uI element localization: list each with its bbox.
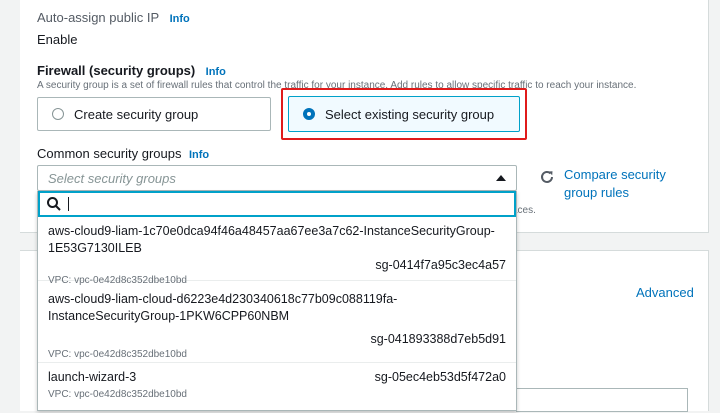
security-groups-placeholder: Select security groups — [48, 170, 176, 186]
compare-security-group-rules-link[interactable]: Compare security group rules — [564, 166, 666, 202]
auto-assign-info-link[interactable]: Info — [170, 13, 190, 25]
dropdown-search-input[interactable] — [38, 191, 516, 217]
create-security-group-option[interactable]: Create security group — [37, 97, 271, 131]
text-cursor — [68, 197, 69, 211]
option-vpc: VPC: vpc-0e42d8c352dbe10bd — [48, 389, 187, 400]
search-icon — [47, 197, 61, 211]
option-name-line1: aws-cloud9-liam-1c70e0dca94f46a48457aa67… — [48, 224, 495, 238]
option-name-line1: aws-cloud9-liam-cloud-d6223e4d230340618c… — [48, 292, 398, 306]
hidden-input[interactable] — [516, 388, 688, 412]
compare-link-line1: Compare security — [564, 167, 666, 182]
dropdown-option[interactable]: aws-cloud9-liam-1c70e0dca94f46a48457aa67… — [38, 217, 516, 286]
firewall-heading-row: Firewall (security groups) Info — [37, 62, 226, 80]
refresh-icon[interactable] — [538, 168, 556, 186]
option-sg-id: sg-05ec4eb53d5f472a0 — [374, 370, 506, 384]
firewall-info-link[interactable]: Info — [206, 66, 226, 78]
auto-assign-ip-value: Enable — [37, 32, 78, 47]
security-groups-dropdown: aws-cloud9-liam-1c70e0dca94f46a48457aa67… — [37, 191, 517, 411]
dropdown-option[interactable]: aws-cloud9-liam-cloud-d6223e4d230340618c… — [38, 281, 516, 363]
compare-link-line2: group rules — [564, 185, 630, 200]
dropdown-option[interactable]: launch-wizard-3 sg-05ec4eb53d5f472a0 VPC… — [38, 363, 516, 413]
create-security-group-label: Create security group — [74, 106, 199, 122]
option-name-line2: 1E53G7130ILEB — [48, 241, 142, 255]
auto-assign-ip-row: Auto-assign public IP Info — [37, 9, 190, 27]
common-sg-label-row: Common security groups Info — [37, 145, 209, 163]
create-security-group-radio[interactable] — [52, 108, 64, 120]
option-name-line1: launch-wizard-3 — [48, 370, 137, 384]
option-name-line2: InstanceSecurityGroup-1PKW6CPP60NBM — [48, 309, 290, 323]
common-sg-label: Common security groups — [37, 146, 182, 161]
advanced-link[interactable]: Advanced — [636, 285, 694, 300]
caret-up-icon[interactable] — [496, 175, 506, 181]
auto-assign-ip-label: Auto-assign public IP — [37, 10, 160, 25]
option-sg-id: sg-041893388d7eb5d91 — [370, 332, 506, 346]
annotation-highlight-box — [281, 88, 527, 140]
common-sg-info-link[interactable]: Info — [189, 149, 209, 161]
option-sg-id: sg-0414f7a95c3ec4a57 — [375, 258, 506, 272]
security-groups-select[interactable]: Select security groups — [37, 165, 517, 191]
firewall-heading: Firewall (security groups) — [37, 63, 196, 78]
option-vpc: VPC: vpc-0e42d8c352dbe10bd — [48, 349, 187, 360]
